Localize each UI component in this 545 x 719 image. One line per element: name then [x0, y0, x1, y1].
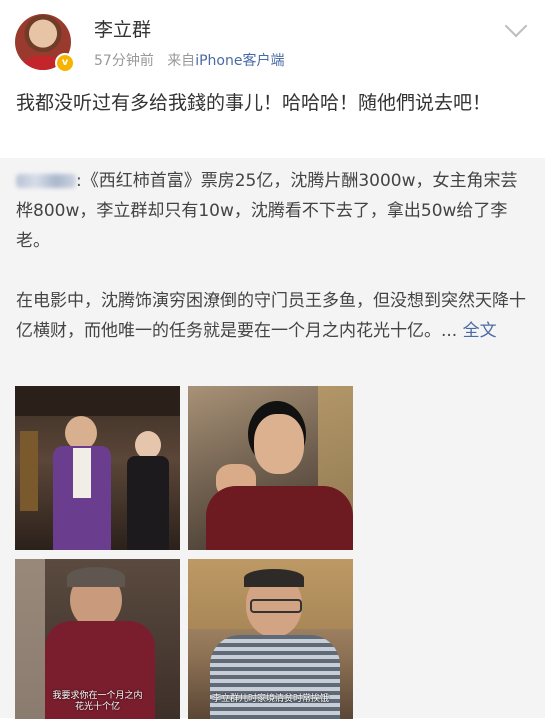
user-name[interactable]: 李立群 — [94, 15, 151, 42]
repost-para2-text: 在电影中，沈腾饰演穷困潦倒的守门员王多鱼，但没想到突然天降十亿横财，而他唯一的任… — [16, 291, 526, 341]
repost-line1-text: :《西红柿首富》票房25亿，沈腾片酬3000w，女主角宋芸桦800w，李立群却只… — [16, 171, 518, 251]
post-time: 57分钟前 — [94, 53, 154, 69]
blurred-username — [16, 174, 76, 188]
verified-badge-icon: v — [55, 53, 75, 73]
source-prefix: 来自 — [167, 53, 196, 69]
chevron-down-icon[interactable] — [504, 14, 528, 38]
full-text-link[interactable]: 全文 — [463, 321, 497, 341]
photo-4[interactable]: 李立群儿时家境清贫时常挨饿 — [188, 559, 353, 719]
photo-1[interactable] — [15, 386, 180, 550]
post-text: 我都没听过有多给我錢的事儿！哈哈哈！随他們说去吧！ — [16, 92, 492, 114]
repost-paragraph-2: 在电影中，沈腾饰演穷困潦倒的守门员王多鱼，但没想到突然天降十亿横财，而他唯一的任… — [16, 286, 526, 346]
repost-box[interactable]: :《西红柿首富》票房25亿，沈腾片酬3000w，女主角宋芸桦800w，李立群却只… — [0, 158, 545, 719]
post-meta: 57分钟前 来自iPhone客户端 — [94, 50, 284, 70]
photo-4-caption: 李立群儿时家境清贫时常挨饿 — [211, 694, 329, 704]
source-link[interactable]: iPhone客户端 — [195, 53, 284, 69]
post-header: v 李立群 57分钟前 来自iPhone客户端 — [0, 0, 545, 80]
repost-paragraph-1: :《西红柿首富》票房25亿，沈腾片酬3000w，女主角宋芸桦800w，李立群却只… — [16, 166, 526, 256]
photo-3[interactable]: 我要求你在一个月之内 花光十个亿 — [15, 559, 180, 719]
photo-3-caption: 我要求你在一个月之内 花光十个亿 — [52, 691, 143, 712]
photo-2[interactable] — [188, 386, 353, 550]
